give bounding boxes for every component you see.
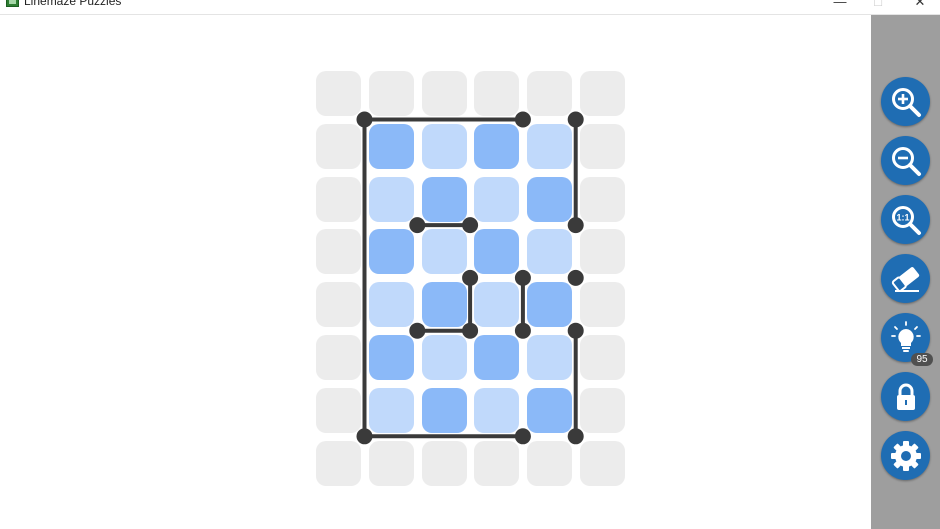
zoom-reset-button[interactable]: 1:1 <box>881 195 930 244</box>
window-title: Linemaze Puzzles <box>24 0 122 8</box>
title-bar: Linemaze Puzzles — □ ✕ <box>0 0 940 15</box>
grid-cell[interactable] <box>474 176 520 222</box>
grid-cell[interactable] <box>316 71 361 116</box>
lock-icon <box>896 383 915 410</box>
grid-cell[interactable] <box>421 176 467 222</box>
puzzle-board[interactable] <box>0 15 871 529</box>
grid-cell[interactable] <box>527 71 573 116</box>
zoom-out-button[interactable] <box>881 136 930 185</box>
grid-cell[interactable] <box>580 335 625 380</box>
grid-cell[interactable] <box>580 123 625 169</box>
grid-cell[interactable] <box>474 123 520 169</box>
grid-cell[interactable] <box>527 123 573 169</box>
grid-cell[interactable] <box>527 229 573 275</box>
grid-cell[interactable] <box>421 282 467 328</box>
grid-cell[interactable] <box>368 440 414 486</box>
grid-cell[interactable] <box>316 229 361 275</box>
grid-cell[interactable] <box>368 387 414 433</box>
grid-cell[interactable] <box>316 335 361 380</box>
grid-cell[interactable] <box>316 387 361 433</box>
grid-cell[interactable] <box>316 176 361 222</box>
close-button[interactable]: ✕ <box>910 0 930 12</box>
grid-cell[interactable] <box>421 387 467 433</box>
grid-cell[interactable] <box>316 123 361 169</box>
app-icon <box>6 0 19 7</box>
zoom-reset-label: 1:1 <box>896 212 909 222</box>
grid-cell[interactable] <box>580 71 625 116</box>
grid-cell[interactable] <box>368 229 414 275</box>
grid-cell[interactable] <box>421 123 467 169</box>
grid-cell[interactable] <box>368 176 414 222</box>
zoom-in-button[interactable] <box>881 77 930 126</box>
lock-button[interactable] <box>881 372 930 421</box>
grid-cell[interactable] <box>527 282 573 328</box>
grid-cell[interactable] <box>474 335 520 380</box>
minimize-button[interactable]: — <box>830 0 850 12</box>
grid-cell[interactable] <box>580 387 625 433</box>
grid-cell[interactable] <box>421 440 467 486</box>
grid-cell[interactable] <box>580 229 625 275</box>
grid-cell[interactable] <box>368 71 414 116</box>
grid-cell[interactable] <box>474 71 520 116</box>
zoom-in-icon <box>891 87 921 117</box>
grid-cell[interactable] <box>474 440 520 486</box>
grid-cell[interactable] <box>474 229 520 275</box>
grid-cell[interactable] <box>421 71 467 116</box>
grid-cell[interactable] <box>368 335 414 380</box>
grid-cell[interactable] <box>368 123 414 169</box>
eraser-icon <box>891 266 919 292</box>
grid-cell[interactable] <box>580 440 625 486</box>
tool-sidebar: 1:1 <box>871 15 940 529</box>
grid-cell[interactable] <box>474 282 520 328</box>
lightbulb-icon <box>890 320 921 352</box>
hint-count-badge: 95 <box>911 353 933 366</box>
grid-cell[interactable] <box>527 387 573 433</box>
grid-cell[interactable] <box>527 440 573 486</box>
grid-cell[interactable] <box>316 282 361 328</box>
zoom-reset-icon: 1:1 <box>891 205 921 235</box>
eraser-button[interactable] <box>881 254 930 303</box>
grid-cell[interactable] <box>316 440 361 486</box>
grid-cell[interactable] <box>368 282 414 328</box>
grid-cell[interactable] <box>421 229 467 275</box>
grid-cell[interactable] <box>527 335 573 380</box>
grid-cell[interactable] <box>421 335 467 380</box>
gear-icon <box>890 440 921 471</box>
grid-cell[interactable] <box>580 282 625 328</box>
zoom-out-icon <box>891 146 921 176</box>
grid-cell[interactable] <box>580 176 625 222</box>
settings-button[interactable] <box>881 431 930 480</box>
grid-cell[interactable] <box>527 176 573 222</box>
grid-cell[interactable] <box>474 387 520 433</box>
maximize-button[interactable]: □ <box>868 0 888 12</box>
